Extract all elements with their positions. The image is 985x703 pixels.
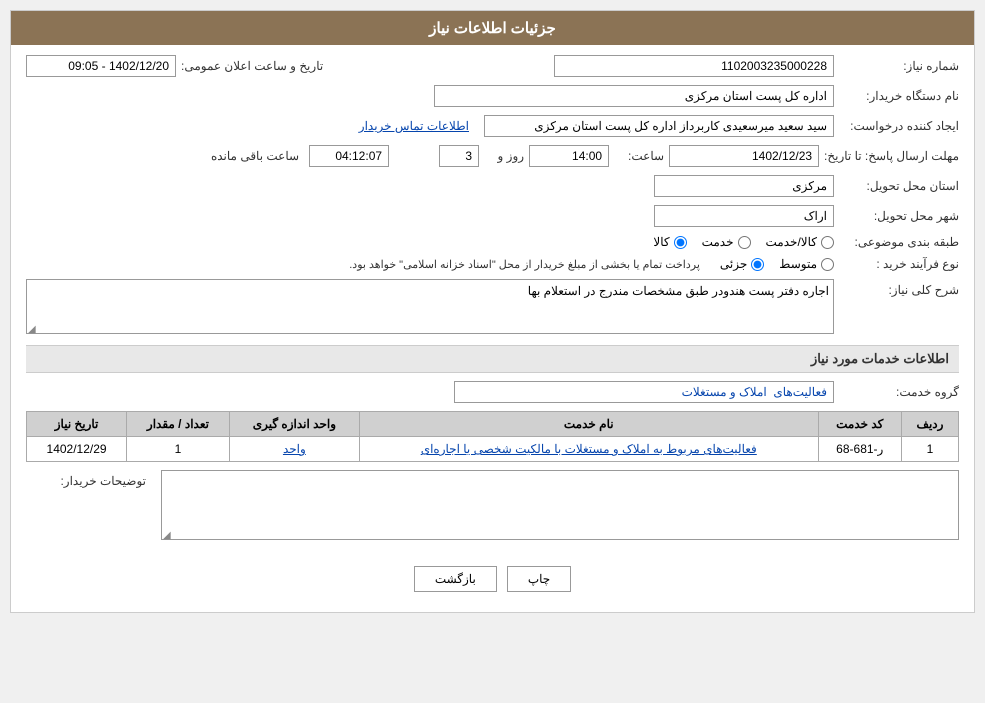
row-province: استان محل تحویل:: [26, 175, 959, 197]
creator-label: ایجاد کننده درخواست:: [839, 119, 959, 133]
need-number-label: شماره نیاز:: [839, 59, 959, 73]
purchase-partial-label: جزئی: [720, 257, 747, 271]
province-input[interactable]: [654, 175, 834, 197]
deadline-remaining-label: ساعت باقی مانده: [211, 149, 299, 163]
deadline-time-input[interactable]: [529, 145, 609, 167]
category-service-label: خدمت: [702, 235, 734, 249]
col-header-quantity: تعداد / مقدار: [127, 412, 230, 437]
need-desc-label: شرح کلی نیاز:: [839, 279, 959, 297]
purchase-partial-radio[interactable]: [751, 258, 764, 271]
category-goods-service-radio[interactable]: [821, 236, 834, 249]
category-goods-radio[interactable]: [674, 236, 687, 249]
cell-code: ر-681-68: [818, 437, 901, 462]
deadline-days-input[interactable]: [439, 145, 479, 167]
service-group-label: گروه خدمت:: [839, 385, 959, 399]
row-creator: ایجاد کننده درخواست: اطلاعات تماس خریدار: [26, 115, 959, 137]
city-label: شهر محل تحویل:: [839, 209, 959, 223]
category-service-radio[interactable]: [738, 236, 751, 249]
row-purchase-type: نوع فرآیند خرید : متوسط جزئی پرداخت تمام…: [26, 257, 959, 271]
need-desc-textarea[interactable]: اجاره دفتر پست هندودر طبق مشخصات مندرج د…: [26, 279, 834, 334]
category-goods-service-option: کالا/خدمت: [766, 235, 834, 249]
row-need-number: شماره نیاز: تاریخ و ساعت اعلان عمومی:: [26, 55, 959, 77]
category-goods-label: کالا: [653, 235, 669, 249]
col-header-name: نام خدمت: [359, 412, 818, 437]
cell-row-num: 1: [901, 437, 958, 462]
col-header-row: ردیف: [901, 412, 958, 437]
deadline-days-label: روز و: [484, 149, 524, 163]
cell-name: فعالیت‌های مربوط به املاک و مستغلات با م…: [359, 437, 818, 462]
purchase-medium-radio[interactable]: [821, 258, 834, 271]
cell-date: 1402/12/29: [27, 437, 127, 462]
category-service-option: خدمت: [702, 235, 751, 249]
cell-quantity: 1: [127, 437, 230, 462]
row-deadline: مهلت ارسال پاسخ: تا تاریخ: ساعت: روز و س…: [26, 145, 959, 167]
content-area: شماره نیاز: تاریخ و ساعت اعلان عمومی: نا…: [11, 45, 974, 612]
row-buyer-notes: ◢ توضیحات خریدار:: [26, 470, 959, 543]
category-goods-service-label: کالا/خدمت: [766, 235, 817, 249]
main-card: جزئیات اطلاعات نیاز شماره نیاز: تاریخ و …: [10, 10, 975, 613]
deadline-label: مهلت ارسال پاسخ: تا تاریخ:: [824, 149, 959, 163]
col-header-unit: واحد اندازه گیری: [229, 412, 359, 437]
creator-input[interactable]: [484, 115, 834, 137]
deadline-remaining-input[interactable]: [309, 145, 389, 167]
buyer-notes-textarea[interactable]: [161, 470, 959, 540]
buttons-row: چاپ بازگشت: [26, 551, 959, 602]
purchase-partial-option: جزئی: [720, 257, 764, 271]
buyer-org-label: نام دستگاه خریدار:: [839, 89, 959, 103]
purchase-type-radio-group: متوسط جزئی: [720, 257, 834, 271]
need-desc-wrapper: اجاره دفتر پست هندودر طبق مشخصات مندرج د…: [26, 279, 834, 337]
cell-unit: واحد: [229, 437, 359, 462]
buyer-notes-wrapper: ◢: [161, 470, 959, 543]
service-group-input[interactable]: [454, 381, 834, 403]
row-buyer-org: نام دستگاه خریدار:: [26, 85, 959, 107]
purchase-medium-option: متوسط: [779, 257, 834, 271]
category-radio-group: کالا/خدمت خدمت کالا: [653, 235, 834, 249]
table-row: 1 ر-681-68 فعالیت‌های مربوط به املاک و م…: [27, 437, 959, 462]
city-input[interactable]: [654, 205, 834, 227]
row-service-group: گروه خدمت:: [26, 381, 959, 403]
purchase-notice: پرداخت تمام یا بخشی از مبلغ خریدار از مح…: [349, 258, 700, 271]
page-header: جزئیات اطلاعات نیاز: [11, 11, 974, 45]
back-button[interactable]: بازگشت: [414, 566, 497, 592]
print-button[interactable]: چاپ: [507, 566, 571, 592]
resize-handle-2: ◢: [163, 530, 171, 541]
page-title: جزئیات اطلاعات نیاز: [429, 20, 556, 37]
need-number-input[interactable]: [554, 55, 834, 77]
services-table: ردیف کد خدمت نام خدمت واحد اندازه گیری ت…: [26, 411, 959, 462]
deadline-date-input[interactable]: [669, 145, 819, 167]
row-category: طبقه بندی موضوعی: کالا/خدمت خدمت کالا: [26, 235, 959, 249]
page-wrapper: جزئیات اطلاعات نیاز شماره نیاز: تاریخ و …: [0, 0, 985, 703]
buyer-org-input[interactable]: [434, 85, 834, 107]
purchase-medium-label: متوسط: [779, 257, 817, 271]
buyer-notes-label: توضیحات خریدار:: [26, 470, 146, 488]
contact-link[interactable]: اطلاعات تماس خریدار: [359, 119, 469, 133]
col-header-code: کد خدمت: [818, 412, 901, 437]
row-city: شهر محل تحویل:: [26, 205, 959, 227]
resize-handle: ◢: [28, 324, 36, 335]
date-label: تاریخ و ساعت اعلان عمومی:: [181, 59, 323, 73]
category-label: طبقه بندی موضوعی:: [839, 235, 959, 249]
row-need-desc: شرح کلی نیاز: اجاره دفتر پست هندودر طبق …: [26, 279, 959, 337]
deadline-time-label: ساعت:: [614, 149, 664, 163]
services-section-title: اطلاعات خدمات مورد نیاز: [26, 345, 959, 373]
province-label: استان محل تحویل:: [839, 179, 959, 193]
date-input[interactable]: [26, 55, 176, 77]
col-header-date: تاریخ نیاز: [27, 412, 127, 437]
purchase-type-label: نوع فرآیند خرید :: [839, 257, 959, 271]
category-goods-option: کالا: [653, 235, 686, 249]
